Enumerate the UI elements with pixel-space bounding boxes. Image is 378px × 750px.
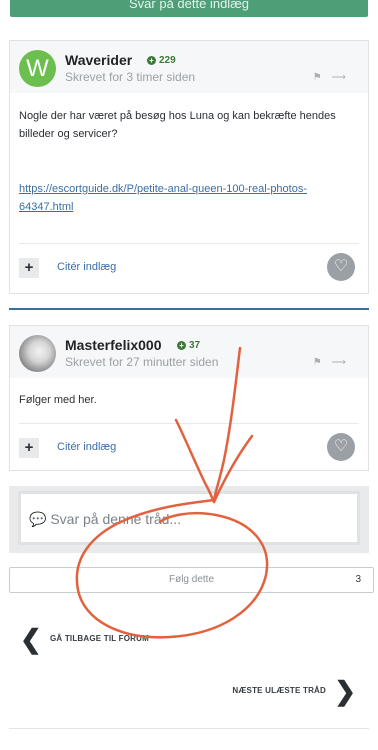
multiquote-button[interactable]: + bbox=[19, 258, 39, 278]
chevron-right-icon: ❯ bbox=[334, 676, 356, 706]
post-card: Masterfelix000 +37 Skrevet for 27 minutt… bbox=[9, 325, 369, 471]
author-name[interactable]: Waverider bbox=[65, 52, 132, 68]
post-content: Følger med her. bbox=[10, 378, 368, 423]
post-link[interactable]: https://escortguide.dk/P/petite-anal-que… bbox=[19, 183, 307, 213]
share-icon[interactable]: ⟶ bbox=[332, 72, 356, 83]
reply-placeholder: Svar på denne tråd... bbox=[50, 511, 182, 527]
reputation-count: 229 bbox=[159, 55, 176, 66]
post-card: W Waverider +229 Skrevet for 3 timer sid… bbox=[9, 40, 369, 294]
post-text: Følger med her. bbox=[19, 394, 97, 406]
post-text: Nogle der har været på besøg hos Luna og… bbox=[19, 110, 336, 140]
reputation-badge: +37 bbox=[177, 340, 200, 351]
multiquote-button[interactable]: + bbox=[19, 438, 39, 458]
share-icon[interactable]: ⟶ bbox=[332, 357, 356, 368]
post-actions: ⚑⟶ bbox=[313, 357, 356, 368]
flag-icon[interactable]: ⚑ bbox=[313, 72, 332, 83]
avatar[interactable]: W bbox=[19, 50, 56, 87]
post-footer: + Citér indlæg ♡ bbox=[10, 244, 368, 290]
heart-icon[interactable]: ♡ bbox=[327, 433, 355, 461]
follow-label: Følg dette bbox=[168, 574, 215, 585]
unread-separator bbox=[9, 308, 369, 310]
follow-button[interactable]: Følg dette 3 bbox=[9, 567, 374, 593]
back-to-forum-label: GÅ TILBAGE TIL FORUM bbox=[50, 634, 149, 643]
reply-area: 💬 Svar på denne tråd... bbox=[9, 486, 369, 553]
post-actions: ⚑⟶ bbox=[313, 72, 356, 83]
next-unread-label: NÆSTE ULÆSTE TRÅD bbox=[232, 686, 326, 695]
post-timestamp: Skrevet for 27 minutter siden bbox=[65, 355, 219, 369]
post-timestamp: Skrevet for 3 timer siden bbox=[65, 70, 196, 84]
reputation-badge: +229 bbox=[147, 55, 176, 66]
quote-post-link[interactable]: Citér indlæg bbox=[57, 261, 116, 273]
post-header: W Waverider +229 Skrevet for 3 timer sid… bbox=[10, 41, 368, 93]
comment-icon: 💬 bbox=[29, 511, 47, 527]
reply-to-post-button[interactable]: Svar på dette indlæg bbox=[10, 0, 368, 17]
post-footer: + Citér indlæg ♡ bbox=[10, 424, 368, 470]
heart-icon[interactable]: ♡ bbox=[327, 253, 355, 281]
next-unread-thread-link[interactable]: NÆSTE ULÆSTE TRÅD ❯ bbox=[196, 676, 356, 706]
flag-icon[interactable]: ⚑ bbox=[313, 357, 332, 368]
reply-input[interactable]: 💬 Svar på denne tråd... bbox=[18, 491, 360, 545]
avatar[interactable] bbox=[19, 335, 56, 372]
author-name[interactable]: Masterfelix000 bbox=[65, 337, 162, 353]
reputation-count: 37 bbox=[189, 340, 201, 351]
post-header: Masterfelix000 +37 Skrevet for 27 minutt… bbox=[10, 326, 368, 378]
reputation-plus-icon: + bbox=[177, 341, 186, 350]
quote-post-link[interactable]: Citér indlæg bbox=[57, 441, 116, 453]
chevron-left-icon: ❮ bbox=[20, 624, 42, 654]
reputation-plus-icon: + bbox=[147, 56, 156, 65]
follower-count: 3 bbox=[355, 574, 361, 585]
divider bbox=[9, 728, 369, 729]
post-content: Nogle der har været på besøg hos Luna og… bbox=[10, 93, 368, 243]
